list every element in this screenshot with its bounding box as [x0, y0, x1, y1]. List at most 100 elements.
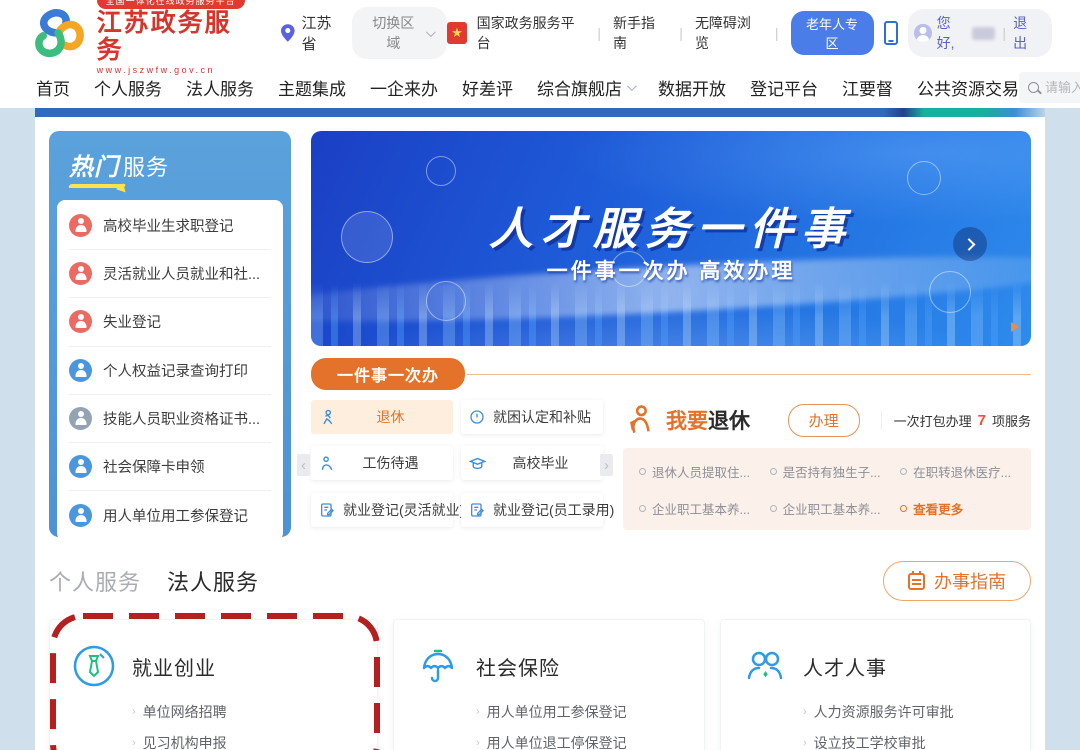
nav-item-legal[interactable]: 法人服务: [186, 75, 254, 100]
hot-service-item[interactable]: 失业登记: [69, 298, 271, 346]
accessibility-link[interactable]: 无障碍浏览: [695, 13, 763, 53]
card-employment[interactable]: 就业创业 ›单位网络招聘 ›见习机构申报 ›一次性创业补贴申领: [49, 619, 378, 750]
once-item-label: 就困认定和补贴: [493, 407, 591, 427]
nav-item-themes[interactable]: 主题集成: [278, 75, 346, 100]
hot-service-item[interactable]: 灵活就业人员就业和社...: [69, 250, 271, 298]
nav-item-review[interactable]: 好差评: [462, 75, 513, 100]
card-items: ›单位网络招聘 ›见习机构申报 ›一次性创业补贴申领: [132, 702, 355, 750]
user-account-pill[interactable]: 您好, | 退出: [908, 9, 1052, 57]
service-guide-label: 办事指南: [934, 568, 1006, 594]
card-link[interactable]: ›见习机构申报: [132, 733, 355, 750]
chevron-bullet-icon: ›: [803, 706, 807, 718]
tab-legal-services[interactable]: 法人服务: [167, 565, 259, 597]
service-guide-button[interactable]: 办事指南: [883, 561, 1031, 601]
person-care-icon: [319, 455, 336, 472]
banner-carousel-indicator[interactable]: [1011, 322, 1019, 332]
once-header-row: 一件事一次办: [311, 358, 1031, 390]
logout-link[interactable]: 退出: [1013, 13, 1040, 53]
search-input[interactable]: [1045, 80, 1080, 95]
building-badge-icon: [69, 504, 92, 527]
nav-item-registration[interactable]: 登记平台: [750, 75, 818, 100]
view-more-link[interactable]: 查看更多: [900, 499, 1015, 518]
search-icon: [1028, 82, 1039, 93]
info-circle-icon: [469, 409, 485, 425]
site-search[interactable]: [1019, 72, 1080, 103]
header-top-row: 全国一体化在线政务服务平台 江苏政务服务 www.jszwfw.gov.cn 江…: [0, 0, 1080, 66]
card-link-label: 设立技工学校审批: [814, 733, 926, 750]
nav-item-supervision[interactable]: 江要督: [842, 75, 893, 100]
tab-personal-services[interactable]: 个人服务: [49, 565, 141, 597]
national-platform-badge: 全国一体化在线政务服务平台: [97, 0, 245, 9]
summary-title: 我要退休: [666, 405, 750, 435]
package-text-before: 一次打包办理: [894, 411, 972, 430]
mobile-phone-icon[interactable]: [884, 21, 899, 45]
banner-deco-circle: [426, 281, 466, 321]
card-link[interactable]: ›用人单位用工参保登记: [476, 702, 682, 722]
once-item-retire[interactable]: 退休: [311, 400, 453, 434]
retire-link[interactable]: 企业职工基本养...: [639, 499, 760, 518]
region-selector: 江苏省 切换区域: [281, 7, 447, 59]
nav-item-flagship[interactable]: 综合旗舰店: [537, 75, 634, 100]
hot-service-item[interactable]: 个人权益记录查询打印: [69, 347, 271, 395]
package-info: 一次打包办理 7 项服务: [881, 411, 1031, 430]
nav-item-public-resources[interactable]: 公共资源交易: [917, 75, 1019, 100]
link-separator: |: [597, 25, 601, 41]
carousel-prev-icon[interactable]: ‹: [297, 454, 310, 476]
retire-link-label: 企业职工基本养...: [652, 499, 750, 518]
hero-banner[interactable]: 人才服务一件事 一件事一次办 高效办理: [311, 131, 1031, 346]
hot-service-item[interactable]: 用人单位用工参保登记: [69, 491, 271, 539]
graduation-cap-icon: [469, 455, 486, 472]
retire-link[interactable]: 在职转退休医疗...: [900, 462, 1015, 481]
retire-link[interactable]: 是否持有独生子...: [770, 462, 891, 481]
site-header: 全国一体化在线政务服务平台 江苏政务服务 www.jszwfw.gov.cn 江…: [0, 0, 1080, 108]
card-link[interactable]: ›人力资源服务许可审批: [803, 702, 1008, 722]
site-logo[interactable]: 全国一体化在线政务服务平台 江苏政务服务 www.jszwfw.gov.cn: [30, 0, 255, 75]
card-social-insurance[interactable]: 社会保险 ›用人单位用工参保登记 ›用人单位退工停保登记 ›企业职工基本养老保险…: [393, 619, 705, 750]
national-platform-link[interactable]: 国家政务服务平台: [477, 13, 586, 53]
card-items: ›人力资源服务许可审批 ›设立技工学校审批 ›流动人员人事档案接收: [803, 702, 1008, 750]
banner-next-arrow[interactable]: [953, 227, 987, 261]
nav-item-flagship-label: 综合旗舰店: [537, 75, 622, 100]
link-separator: |: [679, 25, 683, 41]
once-item-graduation[interactable]: 高校毕业: [461, 446, 603, 480]
card-talent-hr[interactable]: 人才人事 ›人力资源服务许可审批 ›设立技工学校审批 ›流动人员人事档案接收: [720, 619, 1031, 750]
handle-button[interactable]: 办理: [788, 404, 860, 437]
retire-link-label: 是否持有独生子...: [783, 462, 881, 481]
person-badge-icon: [69, 262, 92, 285]
card-link[interactable]: ›用人单位退工停保登记: [476, 733, 682, 750]
newbie-guide-link[interactable]: 新手指南: [613, 13, 667, 53]
once-item-employment-flexible[interactable]: 就业登记(灵活就业): [311, 493, 453, 527]
hot-item-label: 灵活就业人员就业和社...: [103, 263, 260, 284]
once-item-employment-hiring[interactable]: 就业登记(员工录用): [461, 493, 603, 527]
switch-region-button[interactable]: 切换区域: [352, 7, 447, 59]
switch-region-label: 切换区域: [366, 13, 420, 53]
document-pen-icon: [319, 502, 335, 518]
nav-item-open-data[interactable]: 数据开放: [658, 75, 726, 100]
card-link[interactable]: ›单位网络招聘: [132, 702, 355, 722]
services-section: 个人服务 法人服务 办事指南 就业创业 ›单位网络招聘: [35, 537, 1045, 750]
hot-services-panel: 热门 服务 高校毕业生求职登记 灵活就业人员就业和社... 失业登记 个人权益记…: [49, 131, 291, 537]
current-region: 江苏省: [302, 12, 346, 54]
once-item-injury-benefits[interactable]: 工伤待遇: [311, 446, 453, 480]
bullet-circle-icon: [639, 468, 646, 475]
chevron-right-icon: [962, 238, 975, 251]
hot-service-item[interactable]: 社会保障卡申领: [69, 443, 271, 491]
card-header: 就业创业: [72, 644, 355, 688]
card-link[interactable]: ›设立技工学校审批: [803, 733, 1008, 750]
retire-person-icon: [623, 403, 657, 437]
once-item-label: 就业登记(灵活就业): [343, 500, 464, 520]
retire-link[interactable]: 企业职工基本养...: [770, 499, 891, 518]
header-links: ★ 国家政务服务平台 | 新手指南 | 无障碍浏览 | 老年人专区 您好, | …: [447, 9, 1052, 57]
person-walk-icon: [319, 409, 336, 426]
elderly-zone-button[interactable]: 老年人专区: [791, 11, 874, 55]
banner-subtitle: 一件事一次办 高效办理: [311, 255, 1031, 285]
nav-item-home[interactable]: 首页: [36, 75, 70, 100]
retire-link[interactable]: 退休人员提取住...: [639, 462, 760, 481]
once-section-tab[interactable]: 一件事一次办: [311, 358, 465, 390]
nav-item-enterprise[interactable]: 一企来办: [370, 75, 438, 100]
once-item-difficulty-subsidy[interactable]: 就困认定和补贴: [461, 400, 603, 434]
nav-item-personal[interactable]: 个人服务: [94, 75, 162, 100]
carousel-next-icon[interactable]: ›: [600, 454, 613, 476]
hot-service-item[interactable]: 技能人员职业资格证书...: [69, 395, 271, 443]
hot-service-item[interactable]: 高校毕业生求职登记: [69, 202, 271, 250]
